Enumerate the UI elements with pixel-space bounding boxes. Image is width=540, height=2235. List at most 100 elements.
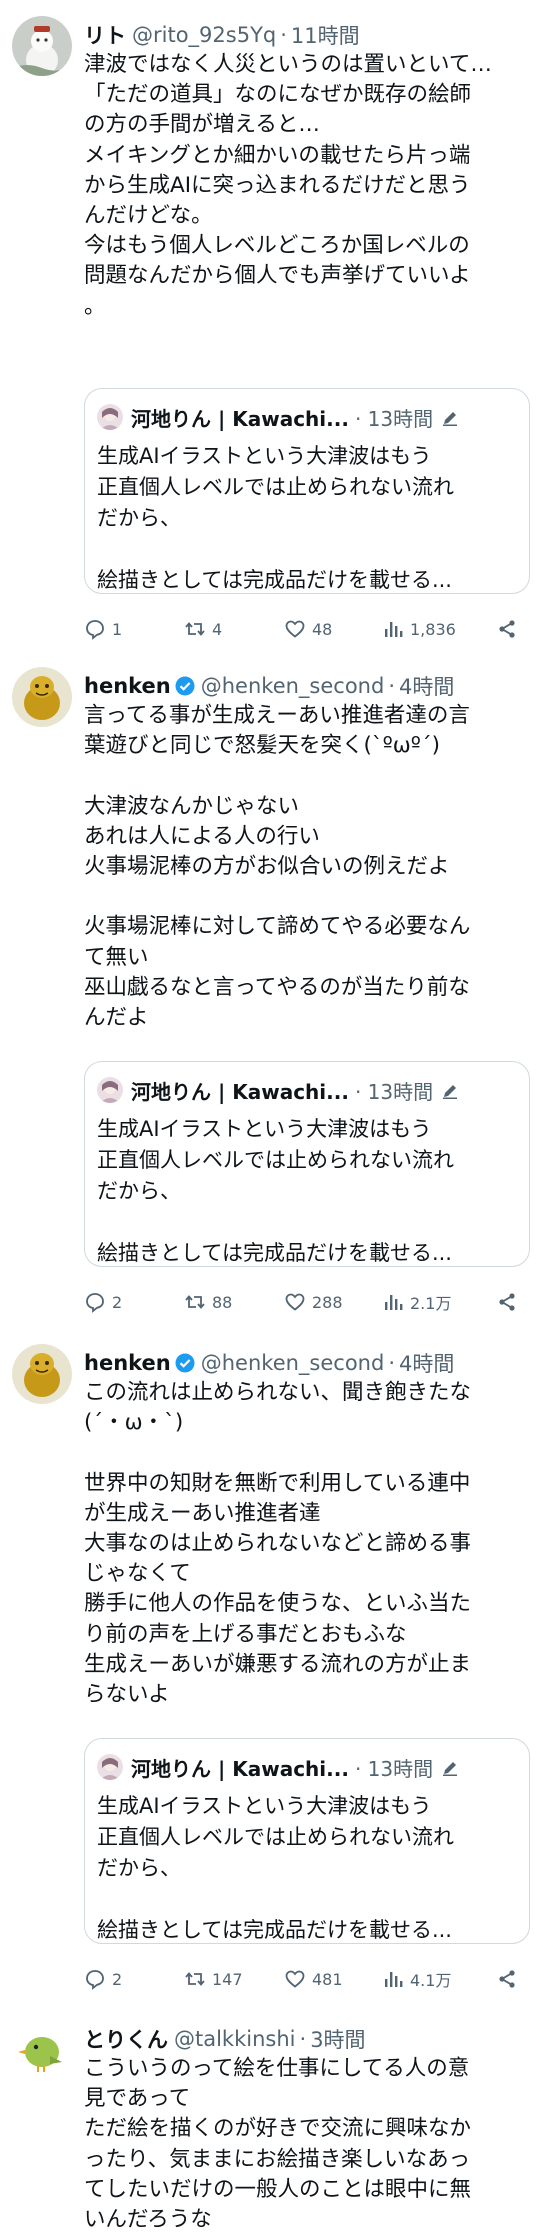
views-icon <box>385 622 403 637</box>
display-name[interactable]: henken <box>84 1351 171 1375</box>
separator-dot: · <box>280 23 287 47</box>
timestamp[interactable]: 4時間 <box>399 1348 454 1378</box>
share-icon <box>499 1970 515 1988</box>
tweet-text-line <box>84 761 526 791</box>
user-handle[interactable]: @henken_second <box>201 1351 385 1375</box>
views-button[interactable]: 1,836 <box>382 614 456 644</box>
tweet-text-line: 大事なのは止められないなどと諦める事 <box>84 1530 472 1556</box>
user-handle[interactable]: @henken_second <box>201 674 385 698</box>
reply-count: 1 <box>112 619 123 639</box>
tweet-actions: 2 147 481 4.1万 <box>84 1964 528 1994</box>
tweet-text-line: じゃなくて <box>84 1561 191 1587</box>
like-count: 288 <box>312 1292 343 1312</box>
separator-dot: · <box>299 2027 307 2051</box>
pen-icon <box>441 1081 459 1099</box>
quoted-text-line: 絵描きとしては完成品だけを載せる... <box>97 1241 452 1265</box>
reply-button[interactable]: 2 <box>84 1287 122 1317</box>
timestamp[interactable]: 4時間 <box>399 671 454 701</box>
reply-icon <box>86 1293 104 1313</box>
quoted-avatar <box>97 1077 123 1103</box>
share-icon <box>499 1293 515 1311</box>
quoted-text-line: 絵描きとしては完成品だけを載せる... <box>97 568 452 592</box>
tweet-actions: 1 4 48 1,836 <box>84 614 528 644</box>
tweet-header: リト @rito_92s5Yq · 11時間 <box>84 20 528 50</box>
tweet-text-line: 巫山戯るなと言ってやるのが当たり前な <box>84 974 470 1000</box>
tweet-header: とりくん @talkkinshi · 3時間 <box>84 2024 528 2054</box>
views-button[interactable]: 4.1万 <box>382 1964 451 1994</box>
tweet-text-line: 津波ではなく人災というのは置いといて… <box>84 52 492 77</box>
quoted-display-name: 河地りん | Kawachi... <box>131 406 349 431</box>
tweet-text: こういうのって絵を仕事にしてる人の意 見であって ただ絵を描くのが好きで交流に興… <box>84 2054 526 2235</box>
tweet[interactable]: henken @henken_second · 4時間 言ってる事が生成えーあい… <box>0 667 540 1317</box>
reply-button[interactable]: 2 <box>84 1964 122 1994</box>
like-icon <box>285 1970 305 1988</box>
tweet-text-line: から生成AIに突っ込まれるだけだと思う <box>84 172 471 198</box>
tweet-text-line: こういうのって絵を仕事にしてる人の意 <box>84 2056 470 2081</box>
tweet[interactable]: リト @rito_92s5Yq · 11時間 津波ではなく人災というのは置いとい… <box>0 16 540 640</box>
quoted-timestamp: · 13時間 <box>354 1079 434 1104</box>
separator-dot: · <box>388 1351 396 1375</box>
like-button[interactable]: 288 <box>284 1287 343 1317</box>
tweet-text-line: いんだろうな <box>84 2206 212 2232</box>
quoted-text-line <box>97 534 519 565</box>
user-handle[interactable]: @rito_92s5Yq <box>132 23 276 47</box>
avatar[interactable] <box>12 16 72 76</box>
tweet[interactable]: henken @henken_second · 4時間 この流れは止められない、… <box>0 1344 540 1994</box>
like-button[interactable]: 481 <box>284 1964 343 1994</box>
like-icon <box>285 620 305 638</box>
timestamp[interactable]: 11時間 <box>291 20 360 50</box>
timestamp[interactable]: 3時間 <box>310 2024 365 2054</box>
retweet-button[interactable]: 88 <box>184 1287 232 1317</box>
user-handle[interactable]: @talkkinshi <box>174 2027 296 2051</box>
reply-icon <box>86 1970 104 1990</box>
tweet[interactable]: とりくん @talkkinshi · 3時間 こういうのって絵を仕事にしてる人の… <box>0 2020 540 2232</box>
quoted-tweet[interactable]: 河地りん | Kawachi... · 13時間 生成AIイラストという大津波は… <box>84 388 530 594</box>
quoted-text-line: だから、 <box>97 1179 181 1203</box>
quoted-text-line: だから、 <box>97 1856 181 1880</box>
avatar[interactable] <box>12 2020 72 2080</box>
quoted-text-line <box>97 1207 519 1238</box>
quoted-tweet-header: 河地りん | Kawachi... · 13時間 <box>97 1753 459 1781</box>
avatar[interactable] <box>12 1344 72 1404</box>
tweet-text-line: あれは人による人の行い <box>84 823 320 849</box>
tweet-text-line: 今はもう個人レベルどころか国レベルの <box>84 233 470 259</box>
tweet-text-line <box>84 1438 526 1468</box>
retweet-button[interactable]: 4 <box>184 614 222 644</box>
display-name[interactable]: henken <box>84 674 171 698</box>
quoted-text-line: 絵描きとしては完成品だけを載せる... <box>97 1918 452 1942</box>
avatar[interactable] <box>12 667 72 727</box>
share-button[interactable] <box>496 1287 524 1317</box>
tweet-text-line: (´・ω・`) <box>84 1410 184 1436</box>
share-button[interactable] <box>496 1964 524 1994</box>
verified-badge-icon <box>175 676 195 696</box>
like-button[interactable]: 48 <box>284 614 332 644</box>
tweet-text-line: んだけどな。 <box>84 202 213 228</box>
separator-dot: · <box>388 674 396 698</box>
tweet-text-line: てしたいだけの一般人のことは眼中に無 <box>84 2176 472 2202</box>
tweet-text-line: 葉遊びと同じで怒髪天を突く(`ºωº´) <box>84 733 441 759</box>
retweet-count: 147 <box>212 1969 243 1989</box>
pen-icon <box>441 1758 459 1776</box>
retweet-icon <box>185 1972 205 1986</box>
display-name[interactable]: とりくん <box>84 2024 168 2054</box>
share-button[interactable] <box>496 614 524 644</box>
tweet-text: 津波ではなく人災というのは置いといて… 「ただの道具」なのになぜか既存の絵師 の… <box>84 50 526 322</box>
quoted-tweet[interactable]: 河地りん | Kawachi... · 13時間 生成AIイラストという大津波は… <box>84 1738 530 1944</box>
reply-button[interactable]: 1 <box>84 614 122 644</box>
retweet-icon <box>185 1295 205 1309</box>
quoted-tweet[interactable]: 河地りん | Kawachi... · 13時間 生成AIイラストという大津波は… <box>84 1061 530 1267</box>
reply-count: 2 <box>112 1969 123 1989</box>
views-icon <box>385 1295 403 1310</box>
views-button[interactable]: 2.1万 <box>382 1287 451 1317</box>
quoted-tweet-header: 河地りん | Kawachi... · 13時間 <box>97 403 459 431</box>
tweet-text-line: ったり、気ままにお絵描き楽しいなあっ <box>84 2146 471 2172</box>
verified-badge-icon <box>175 1353 195 1373</box>
quoted-text-line <box>97 1884 519 1915</box>
retweet-button[interactable]: 147 <box>184 1964 243 1994</box>
tweet-text-line: の方の手間が増えると… <box>84 112 320 138</box>
tweet-header: henken @henken_second · 4時間 <box>84 1348 528 1378</box>
reply-icon <box>86 620 104 640</box>
display-name[interactable]: リト <box>84 20 126 50</box>
tweet-actions: 2 88 288 2.1万 <box>84 1287 528 1317</box>
like-icon <box>285 1293 305 1311</box>
